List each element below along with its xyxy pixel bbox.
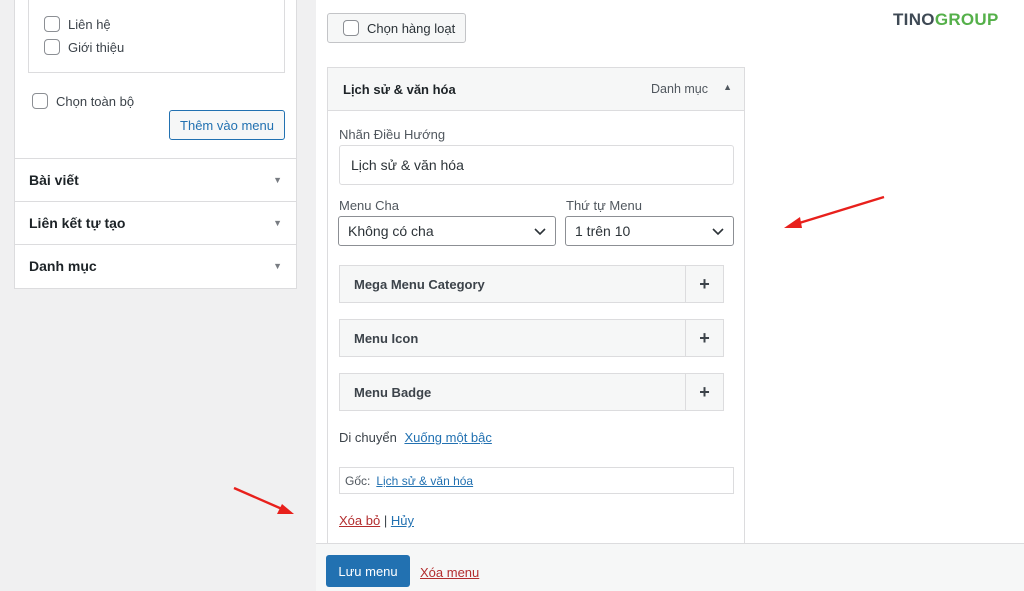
- original-link[interactable]: Lịch sử & văn hóa: [376, 474, 473, 488]
- select-all-label: Chọn toàn bộ: [56, 93, 135, 109]
- menu-item-type: Danh mục: [651, 82, 708, 96]
- move-label: Di chuyển: [339, 430, 397, 445]
- caret-down-icon: ▼: [273, 261, 282, 271]
- save-menu-button[interactable]: Lưu menu: [326, 555, 410, 587]
- move-row: Di chuyển Xuống một bậc: [339, 430, 492, 445]
- section-title: Mega Menu Category: [354, 277, 485, 292]
- accordion-categories[interactable]: Danh mục ▼: [15, 244, 296, 287]
- delete-menu-link[interactable]: Xóa menu: [420, 565, 479, 580]
- section-title: Menu Icon: [354, 331, 419, 346]
- add-to-menu-button[interactable]: Thêm vào menu: [169, 110, 285, 140]
- checkbox[interactable]: [32, 93, 48, 109]
- menu-badge-section[interactable]: Menu Badge +: [339, 373, 724, 411]
- accordion-posts[interactable]: Bài viết ▼: [15, 158, 296, 201]
- menu-order-caption: Thứ tự Menu: [566, 198, 642, 213]
- logo-text-part2: GROUP: [934, 10, 999, 29]
- accordion-label: Liên kết tự tạo: [29, 215, 126, 231]
- caret-down-icon: ▼: [273, 218, 282, 228]
- pages-checklist: Liên hệ Giới thiệu: [28, 0, 285, 73]
- original-link-box: Gốc: Lịch sử & văn hóa: [339, 467, 734, 494]
- parent-menu-caption: Menu Cha: [339, 198, 399, 213]
- menu-items-sidebar: Liên hệ Giới thiệu Chọn toàn bộ Thêm vào…: [14, 0, 297, 289]
- page-item-label: Liên hệ: [68, 16, 111, 32]
- cancel-link[interactable]: Hủy: [391, 513, 414, 528]
- chevron-down-icon: [712, 228, 724, 236]
- accordion-custom-links[interactable]: Liên kết tự tạo ▼: [15, 201, 296, 244]
- accordion-label: Bài viết: [29, 172, 79, 188]
- checkbox[interactable]: [44, 16, 60, 32]
- plus-icon[interactable]: +: [685, 266, 723, 302]
- caret-down-icon: ▼: [273, 175, 282, 185]
- chevron-down-icon: [534, 228, 546, 236]
- nav-label-input[interactable]: Lịch sử & văn hóa: [339, 145, 734, 185]
- accordion-label: Danh mục: [29, 258, 97, 274]
- list-item[interactable]: Liên hệ: [44, 16, 111, 32]
- checkbox[interactable]: [44, 39, 60, 55]
- caret-up-icon[interactable]: ▲: [723, 82, 732, 92]
- menu-order-select[interactable]: 1 trên 10: [565, 216, 734, 246]
- menu-item-title: Lịch sử & văn hóa: [343, 82, 456, 97]
- item-actions: Xóa bỏ | Hủy: [339, 513, 414, 528]
- plus-icon[interactable]: +: [685, 374, 723, 410]
- remove-link[interactable]: Xóa bỏ: [339, 513, 380, 528]
- menu-item-panel: Lịch sử & văn hóa Danh mục ▲ Nhãn Điều H…: [327, 67, 745, 547]
- annotation-arrow-icon: [233, 486, 294, 514]
- mega-menu-category-section[interactable]: Mega Menu Category +: [339, 265, 724, 303]
- menu-order-value: 1 trên 10: [575, 223, 631, 239]
- bulk-select-button[interactable]: Chọn hàng loạt: [327, 13, 466, 43]
- parent-menu-select[interactable]: Không có cha: [338, 216, 556, 246]
- parent-menu-value: Không có cha: [348, 223, 434, 239]
- menu-icon-section[interactable]: Menu Icon +: [339, 319, 724, 357]
- list-item[interactable]: Giới thiệu: [44, 39, 124, 55]
- move-down-link[interactable]: Xuống một bậc: [404, 430, 491, 445]
- separator: |: [383, 513, 388, 528]
- logo-text-part1: TINO: [893, 10, 935, 29]
- menu-footer: Lưu menu Xóa menu: [316, 543, 1024, 591]
- menu-item-header[interactable]: Lịch sử & văn hóa Danh mục ▲: [328, 68, 744, 111]
- select-all-checkbox[interactable]: Chọn toàn bộ: [32, 93, 134, 109]
- nav-label-caption: Nhãn Điều Hướng: [339, 127, 446, 142]
- checkbox[interactable]: [343, 20, 359, 36]
- plus-icon[interactable]: +: [685, 320, 723, 356]
- page-item-label: Giới thiệu: [68, 39, 125, 55]
- bulk-select-label: Chọn hàng loạt: [367, 20, 456, 36]
- section-title: Menu Badge: [354, 385, 432, 400]
- annotation-arrow-icon: [784, 195, 885, 228]
- original-label: Gốc:: [345, 473, 371, 488]
- logo: TINOGROUP: [893, 10, 999, 30]
